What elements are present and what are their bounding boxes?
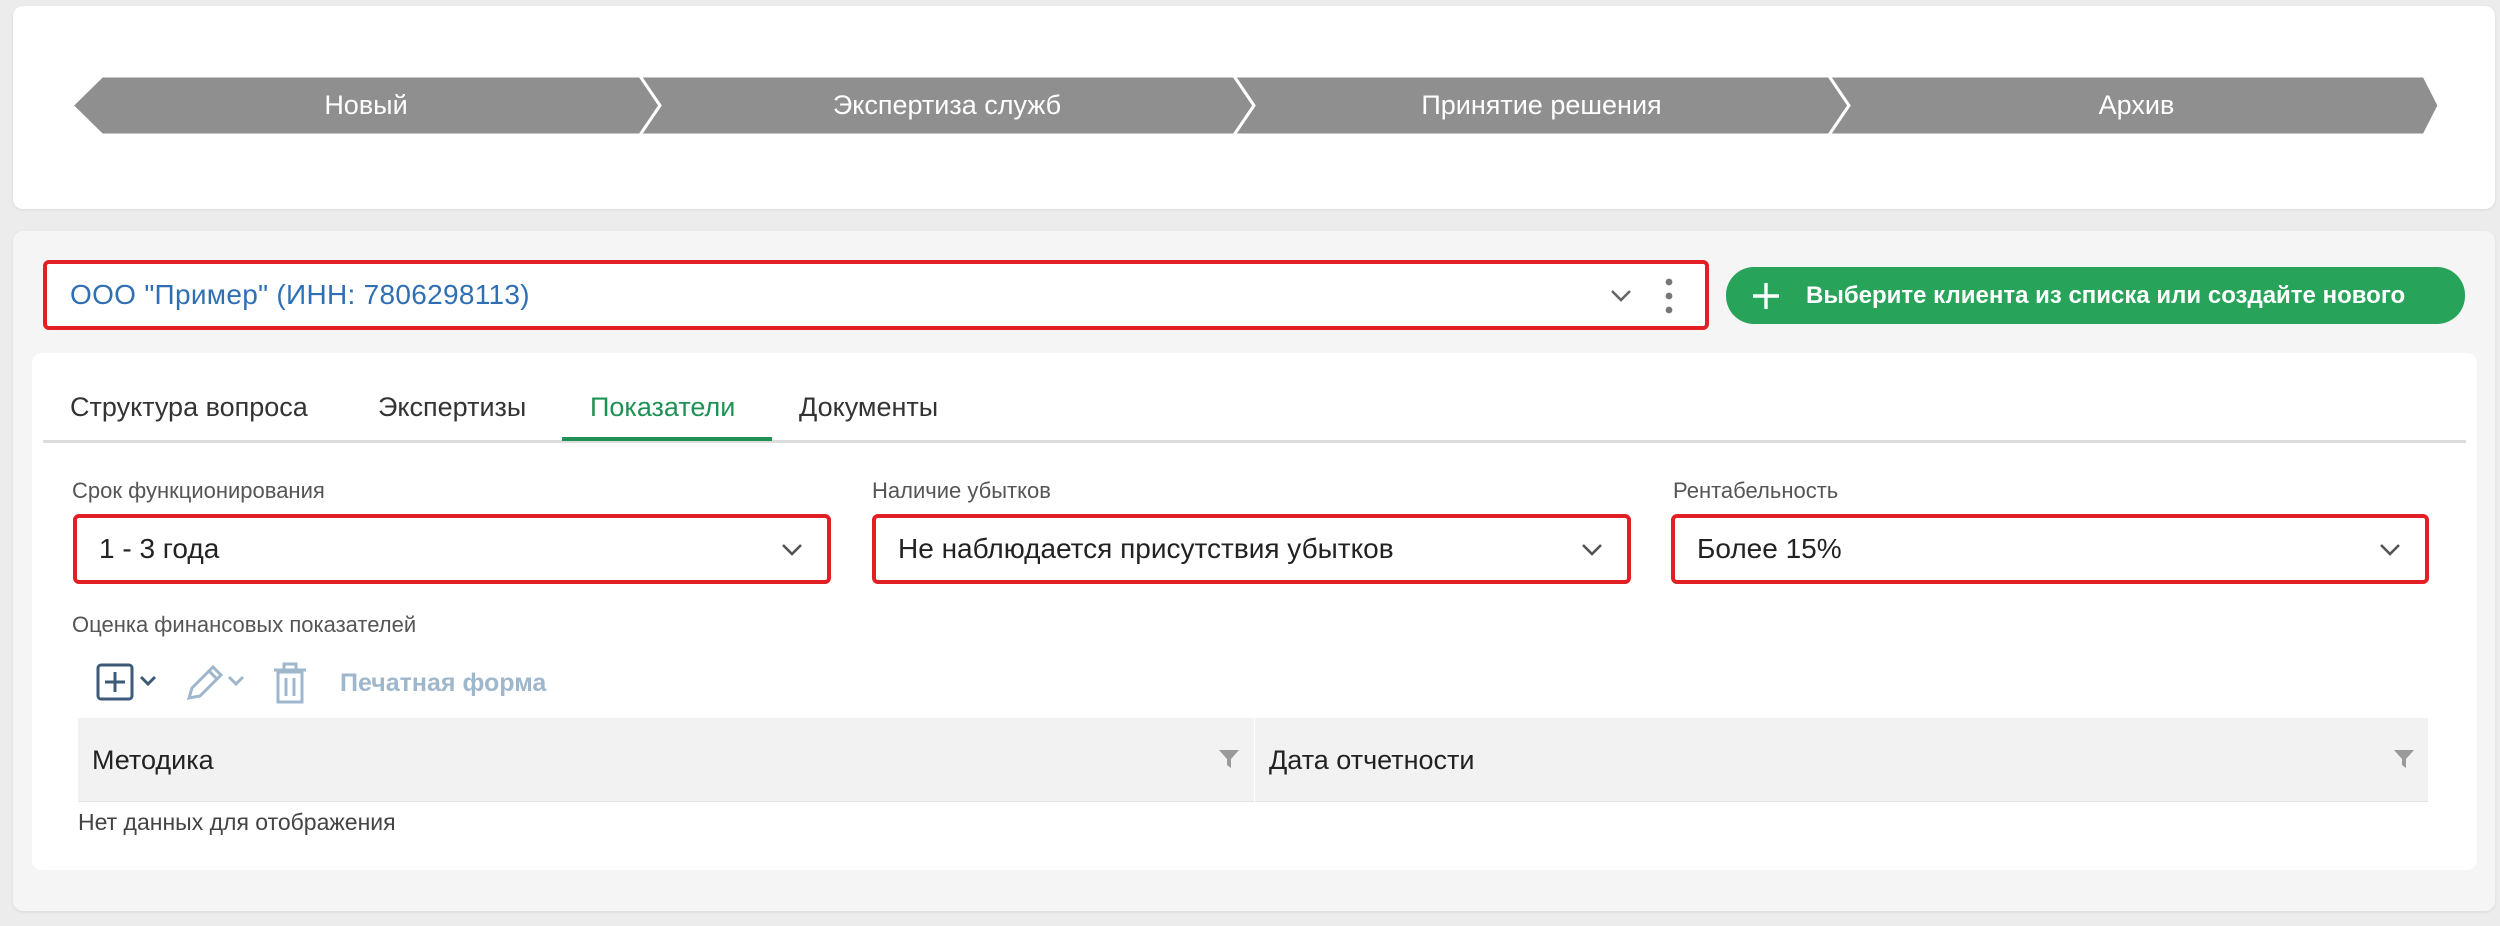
plus-icon	[1753, 283, 1779, 309]
stage-progress: Новый Экспертиза служб Принятие решения …	[72, 75, 2440, 136]
client-select[interactable]: ООО "Пример" (ИНН: 7806298113)	[43, 260, 1709, 330]
chevron-down-icon[interactable]	[1607, 281, 1635, 309]
losses-value: Не наблюдается присутствия убытков	[898, 533, 1394, 564]
tab-indicators[interactable]: Показатели	[590, 372, 735, 442]
trash-icon[interactable]	[270, 660, 310, 706]
filter-icon[interactable]	[2393, 748, 2415, 770]
column-report-date[interactable]: Дата отчетности	[1255, 718, 1475, 802]
active-tab-indicator	[562, 437, 772, 441]
tab-question-structure[interactable]: Структура вопроса	[70, 372, 308, 442]
filter-icon[interactable]	[1218, 748, 1240, 770]
chevron-down-icon	[782, 544, 802, 556]
profitability-label: Рентабельность	[1673, 478, 1839, 503]
lifetime-select[interactable]: 1 - 3 года	[73, 514, 831, 584]
lifetime-value: 1 - 3 года	[99, 533, 220, 564]
add-client-button[interactable]: Выберите клиента из списка или создайте …	[1726, 267, 2465, 324]
financials-label: Оценка финансовых показателей	[72, 612, 417, 637]
stage-expertise[interactable]: Экспертиза служб	[660, 75, 1234, 136]
grid-header: Методика Дата отчетности	[78, 718, 2428, 802]
profitability-value: Более 15%	[1697, 533, 1842, 564]
print-form-button[interactable]: Печатная форма	[340, 660, 546, 706]
client-value: ООО "Пример" (ИНН: 7806298113)	[70, 279, 530, 310]
stage-decision[interactable]: Принятие решения	[1254, 75, 1829, 136]
tabs-divider	[43, 440, 2466, 443]
stage-new[interactable]: Новый	[82, 75, 650, 136]
stage-archive[interactable]: Архив	[1849, 75, 2424, 136]
add-icon[interactable]	[95, 660, 167, 706]
lifetime-label: Срок функционирования	[72, 478, 325, 503]
add-client-label: Выберите клиента из списка или создайте …	[1806, 282, 2406, 309]
chevron-down-icon	[2380, 544, 2400, 556]
chevron-down-icon	[1582, 544, 1602, 556]
profitability-select[interactable]: Более 15%	[1671, 514, 2429, 584]
more-vertical-icon[interactable]	[1663, 277, 1675, 315]
losses-label: Наличие убытков	[872, 478, 1051, 503]
losses-select[interactable]: Не наблюдается присутствия убытков	[872, 514, 1631, 584]
column-methodology[interactable]: Методика	[78, 718, 214, 802]
empty-state-text: Нет данных для отображения	[78, 809, 396, 835]
tab-documents[interactable]: Документы	[799, 372, 938, 442]
tab-expertise[interactable]: Экспертизы	[378, 372, 526, 442]
edit-icon[interactable]	[183, 660, 255, 706]
